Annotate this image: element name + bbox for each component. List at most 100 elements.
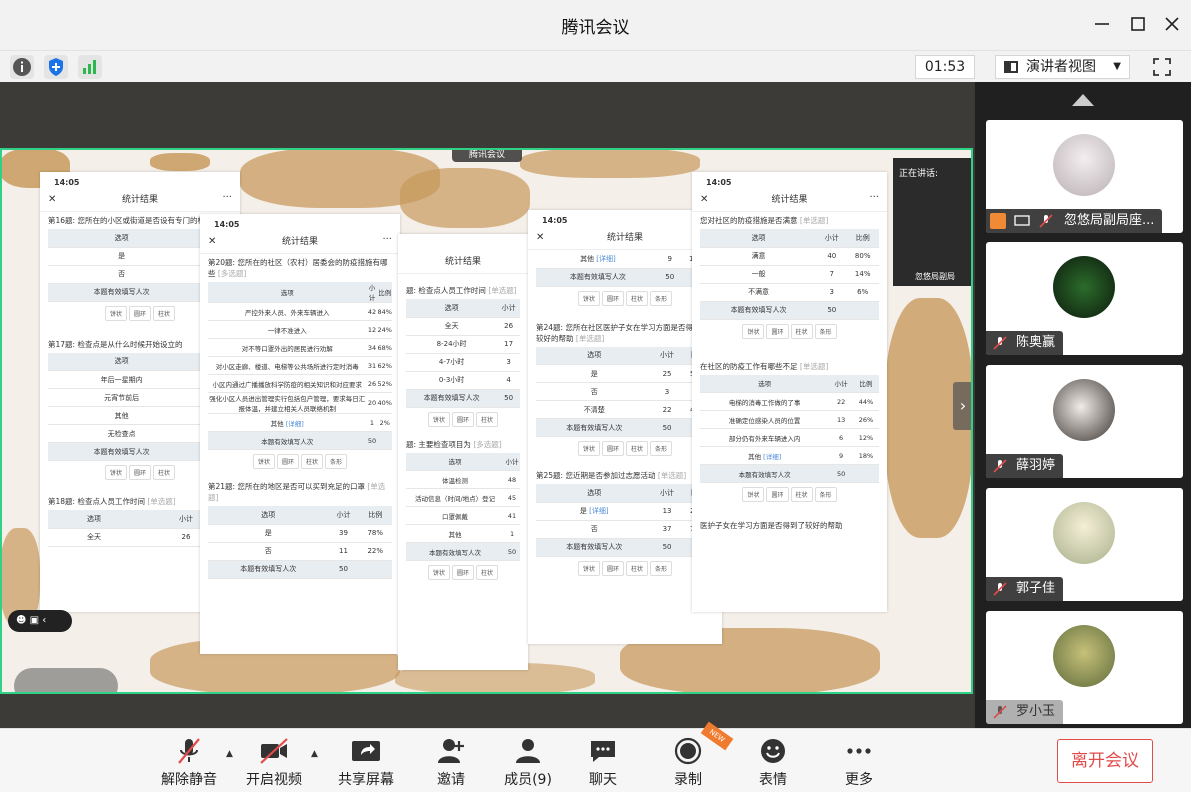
column-header: 小计 — [652, 346, 682, 365]
option-label: 全天 — [406, 317, 498, 336]
column-header: 选项 — [48, 229, 196, 248]
detail-link[interactable]: [详细] — [596, 255, 615, 263]
video-options-caret[interactable]: ▲ — [311, 749, 318, 759]
option-count: 9 — [659, 250, 680, 269]
question-text: 第18题: 检查点人员工作时间 — [48, 497, 145, 506]
scroll-down-icon[interactable] — [1072, 710, 1094, 722]
chevron-right-icon: › — [959, 396, 967, 415]
meeting-controls-bar: 解除静音 ▲ 开启视频 ▲ 共享屏幕 邀请 成员(9) 聊天 录制 NEW 表情… — [0, 721, 1191, 792]
question-type: [单选题] — [799, 216, 829, 225]
participant-name: 陈奥赢 — [1016, 335, 1056, 350]
members-button[interactable]: 成员(9) — [493, 735, 563, 789]
option-label: 部分仍有外来车辆进入内 — [700, 428, 830, 447]
detail-link[interactable]: [详细] — [589, 507, 608, 515]
unmute-button[interactable]: 解除静音 — [154, 735, 224, 789]
invite-button[interactable]: 邀请 — [416, 735, 486, 789]
question-21-table: 选项 小计 比例 是 39 78% 否 11 22% 本题有效填写人次 50 — [208, 506, 392, 579]
mic-muted-icon — [992, 581, 1008, 597]
table-total-row: 本题有效填写人次50 — [406, 389, 520, 408]
chat-button[interactable]: 聊天 — [568, 735, 638, 789]
close-icon: ✕ — [48, 194, 57, 205]
ring-chart-button: 圆环 — [766, 323, 789, 339]
network-status-button[interactable] — [78, 55, 102, 79]
strip-chart-button: 条形 — [650, 441, 673, 456]
maximize-button[interactable] — [1126, 12, 1150, 36]
phone-nav-bar: ✕ 统计结果 ··· — [692, 192, 887, 212]
share-screen-label: 共享屏幕 — [338, 772, 394, 788]
security-button[interactable] — [44, 55, 68, 79]
leave-meeting-button[interactable]: 离开会议 — [1057, 739, 1153, 783]
info-icon — [13, 58, 31, 76]
record-button[interactable]: 录制 — [653, 735, 723, 789]
info-button[interactable] — [10, 55, 34, 79]
strip-chart-button: 条形 — [650, 560, 673, 576]
emoji-label: 表情 — [759, 772, 787, 788]
question-a-table: 选项 小计 全天 26 8-24小时 17 4-7小时 3 0-3小时 4 本题有效填写人… — [406, 299, 520, 408]
participant-tile[interactable]: 薛羽婷 — [986, 365, 1183, 478]
avatar — [1053, 625, 1115, 687]
column-header: 选项 — [208, 506, 329, 525]
invite-label: 邀请 — [437, 772, 465, 788]
share-screen-button[interactable]: 共享屏幕 — [331, 735, 401, 789]
nav-title: 统计结果 — [121, 195, 158, 205]
question-b-table: 选项 小计 体温检测 48 活动信息（时间/地点）登记 45 口罩佩戴 41 其他 1 本… — [406, 452, 520, 561]
column-header: 选项 — [700, 374, 830, 393]
more-icon: ··· — [382, 234, 392, 245]
chat-label: 聊天 — [589, 772, 617, 788]
option-label: 严控外来人员、外来车辆进入 — [208, 302, 367, 321]
minimize-button[interactable] — [1090, 12, 1114, 36]
fullscreen-icon — [1153, 58, 1171, 76]
mic-muted-icon — [992, 335, 1008, 351]
close-icon: ✕ — [700, 194, 709, 205]
table-row: 其他 [详细]918% — [536, 250, 714, 269]
table-row: 一律不准进入 12 24% — [208, 320, 392, 339]
start-video-button[interactable]: 开启视频 — [239, 735, 309, 789]
option-count: 42 — [366, 302, 378, 321]
column-header: 比例 — [852, 374, 879, 393]
meeting-timer: 01:53 — [915, 55, 975, 79]
chart-type-buttons: 饼状 圆环 柱状 — [398, 561, 528, 583]
option-count: 11 — [328, 542, 359, 561]
view-mode-dropdown[interactable]: 演讲者视图 ▼ — [995, 55, 1130, 79]
table-row: 满意 40 80% — [700, 247, 879, 266]
option-count: 37 — [652, 520, 682, 539]
option-count: 1 — [366, 413, 378, 432]
total-count: 50 — [652, 538, 682, 557]
scroll-up-icon[interactable] — [1072, 94, 1094, 106]
participant-tile[interactable]: 陈奥赢 — [986, 242, 1183, 355]
option-count: 7 — [817, 265, 847, 284]
question-text: 第21题: 您所在的地区是否可以买到充足的口罩 — [208, 482, 365, 491]
option-percent: 40% — [377, 392, 392, 414]
option-label: 是 — [536, 364, 653, 383]
reaction-pill[interactable]: ☻ ▣ ‹ — [8, 610, 72, 632]
floating-controls[interactable] — [14, 668, 118, 694]
close-button[interactable] — [1160, 12, 1184, 36]
question-type: [多选题] — [217, 269, 247, 278]
emoji-button[interactable]: 表情 — [738, 735, 808, 789]
table-row: 活动信息（时间/地点）登记 45 — [406, 488, 520, 507]
fullscreen-button[interactable] — [1150, 55, 1174, 79]
option-count: 17 — [497, 335, 520, 354]
option-count: 40 — [817, 247, 847, 266]
bar-chart-button: 柱状 — [476, 411, 499, 427]
detail-link[interactable]: [详细] — [763, 453, 781, 461]
option-label: 其他 — [748, 452, 762, 461]
participant-tile[interactable]: 罗小玉 — [986, 611, 1183, 724]
question-type: [单选题] — [799, 361, 829, 371]
question-23-table-tail: 其他 [详细]918% 本题有效填写人次50 — [536, 250, 714, 287]
chart-type-buttons: 饼状 圆环 柱状 — [398, 408, 528, 430]
more-button[interactable]: 更多 — [824, 735, 894, 789]
option-label: 对小区走廊、楼道、电梯等公共场所进行定时消毒 — [208, 356, 367, 375]
members-label: 成员(9) — [504, 772, 552, 788]
column-header: 比例 — [846, 229, 879, 248]
table-row: 不清楚2244% — [536, 400, 714, 419]
participant-tile[interactable]: 忽悠局副局座... — [986, 120, 1183, 233]
participant-tile[interactable]: 郭子佳 — [986, 488, 1183, 601]
detail-link[interactable]: [详细] — [286, 420, 304, 428]
table-row: 4-7小时 3 — [406, 353, 520, 372]
option-label: 是 — [579, 507, 587, 515]
option-label: 是 — [48, 247, 196, 266]
table-row: 严控外来人员、外来车辆进入 42 84% — [208, 302, 392, 321]
audio-options-caret[interactable]: ▲ — [226, 749, 233, 759]
next-page-button[interactable]: › — [953, 382, 973, 430]
